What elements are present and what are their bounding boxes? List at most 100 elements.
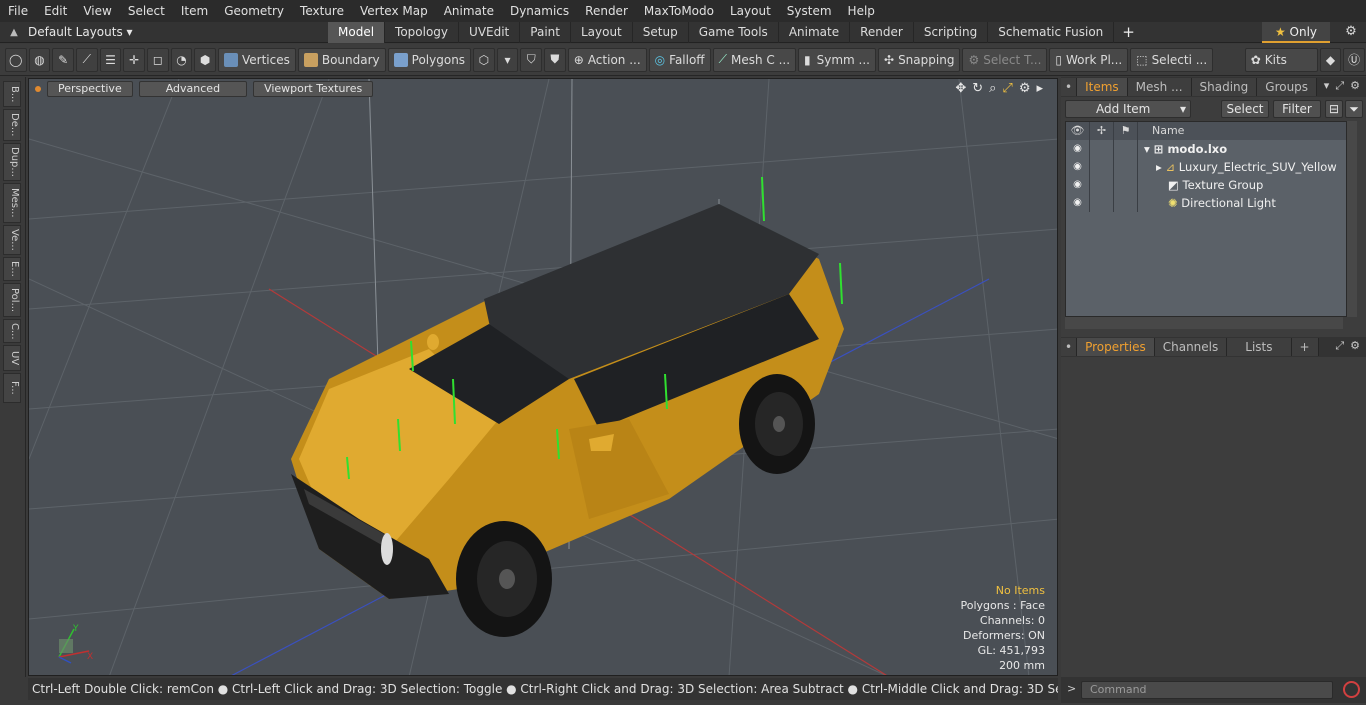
item-list-hscroll[interactable]	[1065, 317, 1343, 329]
select-button[interactable]: Select	[1221, 100, 1269, 118]
vertices-button[interactable]: Vertices	[217, 47, 296, 72]
vtab-curve[interactable]: C...	[3, 319, 21, 343]
record-macro-icon[interactable]	[1343, 681, 1360, 698]
props-panel-dot-icon[interactable]: •	[1061, 338, 1078, 356]
snapping-button[interactable]: ✣ Snapping	[878, 47, 961, 72]
command-input[interactable]: Command	[1081, 681, 1333, 699]
gear-icon[interactable]: ⚙	[1336, 22, 1366, 42]
list-item[interactable]: ◉ ✺ Directional Light	[1066, 194, 1346, 212]
sym-right-icon[interactable]: ⛊	[544, 47, 566, 72]
viewport-arrow-icon[interactable]: ▸	[1036, 81, 1043, 96]
menu-layout[interactable]: Layout	[722, 0, 779, 22]
props-expand-icon[interactable]: ⤢	[1335, 339, 1344, 353]
vtab-mesh[interactable]: Mes...	[3, 183, 21, 223]
items-panel-dot-icon[interactable]: •	[1061, 78, 1078, 96]
menu-texture[interactable]: Texture	[292, 0, 352, 22]
maximize-icon[interactable]: ⤢	[1002, 81, 1012, 96]
unity-icon[interactable]: ◆	[1319, 47, 1342, 72]
align-icon[interactable]: ☰	[99, 47, 122, 72]
menu-vertex-map[interactable]: Vertex Map	[352, 0, 436, 22]
tab-lists[interactable]: Lists	[1227, 338, 1292, 356]
item-list-vscroll[interactable]	[1347, 121, 1357, 317]
vtab-polygon[interactable]: Pol...	[3, 283, 21, 317]
tab-channels[interactable]: Channels	[1154, 338, 1228, 356]
circle-select-icon[interactable]: ◯	[4, 47, 27, 72]
suv-model[interactable]	[291, 204, 844, 637]
props-settings-icon[interactable]: ⚙	[1350, 339, 1360, 353]
tab-shading[interactable]: Shading	[1191, 78, 1258, 96]
tab-uvedit[interactable]: UVEdit	[459, 21, 521, 43]
tab-animate[interactable]: Animate	[779, 21, 851, 43]
pan-icon[interactable]: ✥	[955, 81, 966, 96]
vtab-uv[interactable]: UV	[3, 345, 21, 371]
tab-scripting[interactable]: Scripting	[914, 21, 989, 43]
eye-icon[interactable]: ◉	[1066, 176, 1090, 194]
menu-item[interactable]: Item	[173, 0, 216, 22]
advanced-button[interactable]: Advanced	[138, 81, 248, 97]
work-plane-button[interactable]: ▯ Work Pl...	[1049, 47, 1129, 72]
list-item[interactable]: ◉ ▾ ⊞ modo.lxo	[1066, 140, 1346, 158]
box-icon[interactable]: ◻	[146, 47, 169, 72]
dropdown-icon[interactable]: ▾	[496, 47, 519, 72]
menu-select[interactable]: Select	[120, 0, 173, 22]
action-button[interactable]: ⊕ Action ...	[567, 47, 647, 72]
viewport-settings-icon[interactable]: ⚙	[1019, 81, 1031, 96]
symmetry-button[interactable]: ▮ Symm ...	[798, 47, 876, 72]
eye-icon[interactable]: ◉	[1066, 140, 1090, 158]
menu-render[interactable]: Render	[577, 0, 636, 22]
selection-button[interactable]: ⬚ Selecti ...	[1130, 47, 1214, 72]
center-icon[interactable]: ✛	[123, 47, 145, 72]
rotate-icon[interactable]: ↻	[972, 81, 983, 96]
tab-game-tools[interactable]: Game Tools	[689, 21, 779, 43]
tab-model[interactable]: Model	[328, 21, 386, 43]
only-toggle[interactable]: ★ Only	[1262, 22, 1330, 43]
eye-icon[interactable]: ◉	[1066, 194, 1090, 212]
globe-icon[interactable]: ◍	[28, 47, 51, 72]
vtab-edge[interactable]: E...	[3, 257, 21, 281]
tab-schematic-fusion[interactable]: Schematic Fusion	[988, 21, 1115, 43]
items-expand-icon[interactable]: ⤢	[1335, 79, 1344, 93]
mesh-constraint-button[interactable]: ⟋ Mesh C ...	[712, 47, 797, 72]
unreal-icon[interactable]: Ⓤ	[1343, 47, 1366, 72]
menu-help[interactable]: Help	[840, 0, 883, 22]
vtab-basic[interactable]: B...	[3, 81, 21, 107]
tab-items[interactable]: Items	[1077, 78, 1128, 96]
menu-file[interactable]: File	[0, 0, 36, 22]
layouts-dropdown[interactable]: Default Layouts ▾	[28, 25, 328, 39]
tab-topology[interactable]: Topology	[385, 21, 460, 43]
viewport-textures-button[interactable]: Viewport Textures	[253, 81, 374, 97]
add-panel-tab-icon[interactable]: +	[1291, 338, 1319, 356]
vtab-duplicate[interactable]: Dup...	[3, 143, 21, 181]
render-header-icon[interactable]: ⚑	[1114, 122, 1138, 140]
tab-mesh[interactable]: Mesh ...	[1127, 78, 1192, 96]
kits-button[interactable]: ✿ Kits	[1244, 47, 1318, 72]
viewport-menu-dot-icon[interactable]	[35, 86, 41, 92]
tab-layout[interactable]: Layout	[571, 21, 633, 43]
brush-icon[interactable]: ⟋	[75, 47, 98, 72]
list-item[interactable]: ◉ ◩ Texture Group	[1066, 176, 1346, 194]
menu-dynamics[interactable]: Dynamics	[502, 0, 577, 22]
boundary-button[interactable]: Boundary	[297, 47, 386, 72]
add-item-button[interactable]: Add Item ▾	[1065, 100, 1191, 118]
filter-button[interactable]: Filter	[1273, 100, 1321, 118]
polygons-button[interactable]: Polygons	[387, 47, 472, 72]
expand-arrow-icon[interactable]: ▸	[1156, 160, 1162, 174]
select-through-button[interactable]: ⚙ Select T...	[962, 47, 1048, 72]
funnel-icon[interactable]: ⏷	[1345, 100, 1363, 118]
zoom-icon[interactable]: ⌕	[989, 81, 996, 96]
collapse-icon[interactable]: ⊟	[1325, 100, 1343, 118]
tab-paint[interactable]: Paint	[520, 21, 571, 43]
perspective-button[interactable]: Perspective	[47, 81, 133, 97]
tab-render[interactable]: Render	[850, 21, 914, 43]
vtab-deform[interactable]: De...	[3, 109, 21, 141]
menu-view[interactable]: View	[75, 0, 119, 22]
visibility-header-icon[interactable]: 👁	[1066, 122, 1090, 140]
list-item[interactable]: ◉ ▸ ⊿ Luxury_Electric_SUV_Yellow	[1066, 158, 1346, 176]
menu-edit[interactable]: Edit	[36, 0, 75, 22]
tab-setup[interactable]: Setup	[633, 21, 689, 43]
items-dropdown-icon[interactable]: ▾	[1324, 79, 1330, 93]
sym-left-icon[interactable]: ⛉	[520, 47, 543, 72]
vtab-fusion[interactable]: F...	[3, 373, 21, 403]
menu-system[interactable]: System	[779, 0, 840, 22]
lock-header-icon[interactable]: ✢	[1090, 122, 1114, 140]
